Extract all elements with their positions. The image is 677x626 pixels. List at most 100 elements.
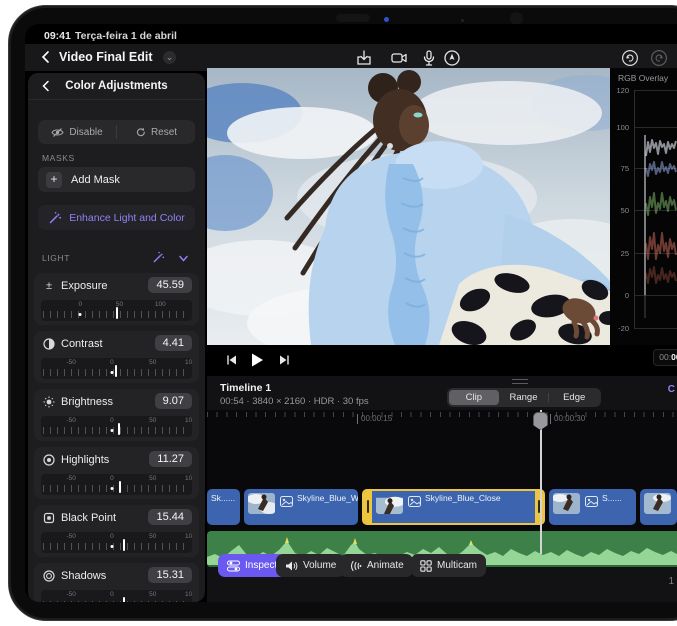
volume-button[interactable]: Volume [276, 554, 345, 577]
slider-value[interactable]: 4.41 [155, 335, 192, 351]
light-wand-icon[interactable] [152, 251, 165, 264]
tick-label: 100 [155, 301, 166, 308]
tick-label: 100 [185, 475, 192, 482]
slider-ruler[interactable]: -50 0 50 100 [41, 474, 192, 495]
clip-label: Sk...... [211, 493, 235, 503]
clip-skyline-blue-wide[interactable]: Skyline_Blue_Wide [244, 489, 358, 525]
import-media-icon[interactable] [355, 49, 373, 67]
slider-value[interactable]: 9.07 [155, 393, 192, 409]
tick-label: 0 [110, 417, 114, 424]
undo-icon[interactable] [621, 49, 639, 67]
speaker-icon [285, 560, 298, 572]
play-button-icon[interactable] [249, 352, 265, 368]
clip-partial-right[interactable] [640, 489, 677, 525]
photo-icon [585, 496, 598, 507]
tick-label: -50 [66, 417, 75, 424]
screenshot-stage: 09:41 Terça-feira 1 de abril Video Final… [0, 0, 677, 626]
slider-thumb[interactable] [119, 481, 121, 493]
tick-label: 50 [149, 533, 156, 540]
cut-off-control-label[interactable]: C [668, 384, 675, 395]
tick-label: 50 [149, 417, 156, 424]
scope-tick-label: 0 [610, 291, 629, 300]
enhance-light-color-button[interactable]: Enhance Light and Color [38, 205, 195, 230]
scope-tick-label: 25 [610, 249, 629, 258]
panel-header: Color Adjustments [28, 73, 205, 100]
clip-label: S...... [602, 493, 622, 503]
tick-label: 0 [110, 591, 114, 598]
mode-clip[interactable]: Clip [449, 390, 499, 405]
tool-label: Volume [303, 560, 336, 571]
tick-label: 100 [185, 417, 192, 424]
animate-button[interactable]: Animate [340, 554, 413, 577]
slider-value[interactable]: 11.27 [149, 451, 192, 467]
redo-icon[interactable] [650, 49, 668, 67]
reset-label: Reset [151, 127, 177, 138]
clip-skyline-blue-close-selected[interactable]: Skyline_Blue_Close [362, 489, 545, 525]
trim-handle-right[interactable] [535, 491, 543, 523]
timeline-drag-handle[interactable] [512, 379, 528, 384]
light-section-header: LIGHT [28, 251, 205, 265]
add-mask-button[interactable]: + Add Mask [38, 167, 195, 192]
black-point-icon [43, 512, 55, 524]
timecode-main: 00:27 [671, 352, 677, 362]
tick-label: 50 [149, 591, 156, 598]
tick-marks [43, 601, 190, 602]
clip-partial-s[interactable]: S...... [549, 489, 636, 525]
clip-thumbnail [644, 493, 671, 514]
scope-tick-label: 120 [610, 86, 629, 95]
slider-name: Shadows [61, 570, 106, 582]
slider-thumb[interactable] [116, 307, 118, 319]
tick-label: -50 [66, 359, 75, 366]
trim-handle-left[interactable] [364, 491, 372, 523]
status-bar: 09:41 Terça-feira 1 de abril [25, 24, 677, 44]
slider-ruler[interactable]: -50 0 50 100 [41, 416, 192, 437]
slider-exposure: ± Exposure 45.59 0 50 100 [34, 273, 199, 325]
camera-icon[interactable] [390, 49, 408, 67]
slider-value[interactable]: 15.31 [148, 567, 192, 583]
tick-label: 50 [149, 359, 156, 366]
slider-ruler[interactable]: -50 0 50 100 [41, 358, 192, 379]
origin-dot [110, 429, 113, 432]
skip-to-start-icon[interactable] [225, 353, 239, 367]
reset-button[interactable]: Reset [117, 120, 195, 144]
reset-icon [135, 127, 146, 138]
slider-name: Black Point [61, 512, 116, 524]
back-chevron-icon[interactable] [39, 50, 53, 64]
slider-thumb[interactable] [115, 365, 117, 377]
tick-label: 100 [185, 533, 192, 540]
scope-tick-label: -20 [610, 324, 629, 333]
slider-thumb[interactable] [123, 539, 125, 551]
slider-thumb[interactable] [123, 597, 125, 602]
ruler-tick-marks [207, 412, 677, 417]
timeline-name[interactable]: Timeline 1 [220, 382, 271, 394]
app-screen: 09:41 Terça-feira 1 de abril Video Final… [25, 24, 677, 602]
project-title[interactable]: Video Final Edit [59, 50, 153, 64]
disable-button[interactable]: Disable [38, 120, 116, 144]
clip-partial-left[interactable]: Sk...... [207, 489, 240, 525]
timecode-display[interactable]: 00:00:27:17 [653, 349, 677, 366]
brightness-icon [43, 396, 55, 408]
slider-thumb[interactable] [118, 423, 120, 435]
pencil-tools-icon[interactable] [443, 49, 461, 67]
slider-value[interactable]: 15.44 [148, 509, 192, 525]
skip-to-end-icon[interactable] [277, 353, 291, 367]
grid-icon [420, 560, 432, 572]
timeline-track-area[interactable]: 00:00:15 00:00:30 Sk...... Skyline_Blue_… [207, 410, 677, 554]
origin-dot [110, 545, 113, 548]
color-adjustments-panel: Color Adjustments Disable [28, 73, 205, 602]
mode-range[interactable]: Range [499, 390, 549, 405]
mode-edge[interactable]: Edge [549, 390, 599, 405]
tool-label: Multicam [437, 560, 477, 571]
video-preview[interactable] [207, 68, 612, 345]
microphone-icon[interactable] [420, 49, 438, 67]
slider-ruler[interactable]: -50 0 50 100 [41, 532, 192, 553]
title-chevron-down-icon[interactable]: ⌄ [163, 51, 176, 64]
tick-label: 0 [78, 301, 82, 308]
light-collapse-chevron-icon[interactable] [178, 253, 189, 264]
highlights-icon [43, 454, 55, 466]
slider-ruler[interactable]: 0 50 100 [41, 300, 192, 321]
shadows-icon [43, 570, 55, 582]
multicam-button[interactable]: Multicam [411, 554, 486, 577]
slider-value[interactable]: 45.59 [148, 277, 192, 293]
slider-ruler[interactable]: -50 0 50 100 [41, 590, 192, 602]
